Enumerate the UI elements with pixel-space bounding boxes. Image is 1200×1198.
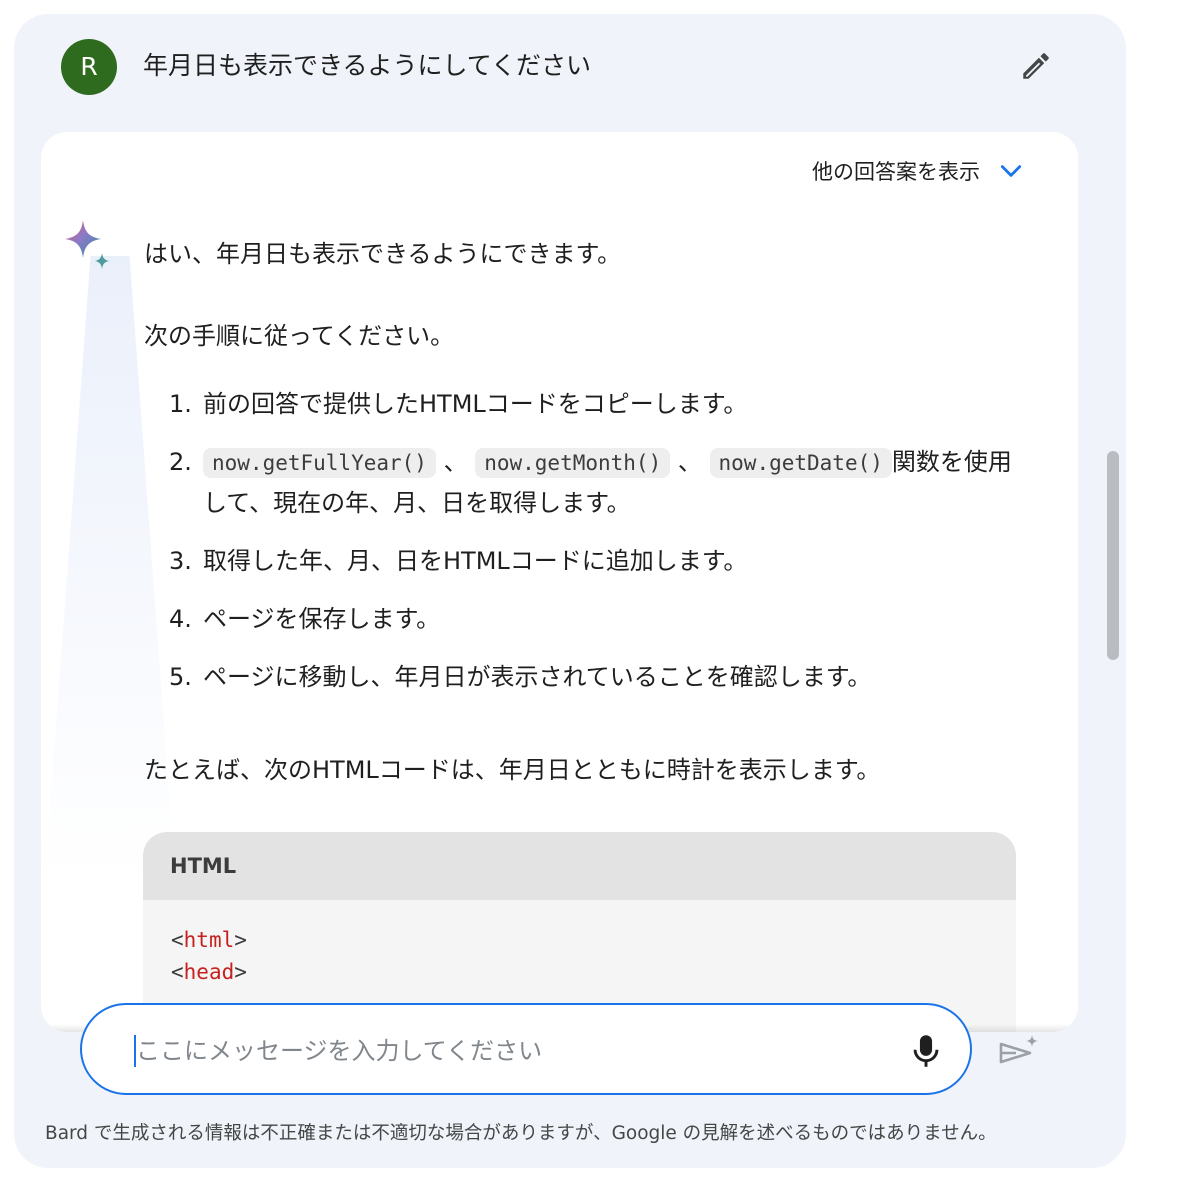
send-button[interactable] bbox=[994, 1030, 1042, 1074]
list-item: 1. 前の回答で提供したHTMLコードをコピーします。 bbox=[169, 384, 1029, 424]
text-caret bbox=[134, 1035, 136, 1067]
chat-panel: R 年月日も表示できるようにしてください 他の回答案を表示 はい、年月日も表示で… bbox=[14, 14, 1126, 1168]
inline-code: now.getFullYear() bbox=[203, 448, 436, 478]
steps-intro: 次の手順に従ってください。 bbox=[144, 322, 455, 350]
avatar[interactable]: R bbox=[61, 39, 117, 95]
microphone-icon bbox=[913, 1035, 939, 1067]
voice-input-button[interactable] bbox=[904, 1029, 948, 1073]
list-item: 4. ページを保存します。 bbox=[169, 599, 1029, 639]
step-text: ページに移動し、年月日が表示されていることを確認します。 bbox=[203, 663, 872, 691]
chevron-down-icon bbox=[1000, 165, 1022, 177]
code-line: <html> bbox=[171, 924, 1016, 956]
steps-list: 1. 前の回答で提供したHTMLコードをコピーします。 2. now.getFu… bbox=[169, 384, 1029, 715]
code-bracket: < bbox=[171, 928, 184, 952]
other-drafts-label: 他の回答案を表示 bbox=[812, 160, 980, 184]
list-item: 5. ページに移動し、年月日が表示されていることを確認します。 bbox=[169, 657, 1029, 697]
code-tag: html bbox=[183, 928, 235, 952]
code-bracket: > bbox=[234, 960, 247, 984]
separator: 、 bbox=[443, 448, 468, 476]
code-bracket: < bbox=[171, 960, 184, 984]
code-line: <head> bbox=[171, 956, 1016, 988]
code-bracket: > bbox=[234, 928, 247, 952]
step-number: 4. bbox=[169, 605, 192, 633]
list-item: 3. 取得した年、月、日をHTMLコードに追加します。 bbox=[169, 541, 1029, 581]
code-content[interactable]: <html> <head> bbox=[143, 900, 1016, 988]
code-language-label: HTML bbox=[143, 832, 1016, 900]
inline-code: now.getDate() bbox=[709, 448, 892, 478]
pencil-icon bbox=[1023, 53, 1049, 79]
inline-code: now.getMonth() bbox=[475, 448, 671, 478]
step-number: 5. bbox=[169, 663, 192, 691]
step-text: 取得した年、月、日をHTMLコードに追加します。 bbox=[203, 547, 748, 575]
step-text: now.getFullYear() 、 now.getMonth() 、 now… bbox=[203, 442, 1029, 523]
sparkle-icon bbox=[65, 220, 109, 269]
code-tag: head bbox=[183, 960, 235, 984]
send-sparkle-icon bbox=[999, 1035, 1038, 1064]
list-item: 2. now.getFullYear() 、 now.getMonth() 、 … bbox=[169, 442, 1029, 523]
response-card: 他の回答案を表示 はい、年月日も表示できるようにできます。 次の手順に従ってくだ… bbox=[41, 132, 1078, 1032]
code-block: HTML <html> <head> bbox=[143, 832, 1016, 1032]
step-text: 前の回答で提供したHTMLコードをコピーします。 bbox=[203, 390, 748, 418]
step-number: 1. bbox=[169, 390, 192, 418]
response-intro: はい、年月日も表示できるようにできます。 bbox=[144, 240, 622, 268]
message-input[interactable] bbox=[134, 1025, 878, 1077]
edit-prompt-button[interactable] bbox=[1014, 44, 1058, 88]
disclaimer-text: Bard で生成される情報は不正確または不適切な場合がありますが、Google … bbox=[45, 1123, 997, 1144]
separator: 、 bbox=[677, 448, 702, 476]
user-prompt: 年月日も表示できるようにしてください bbox=[143, 51, 592, 80]
step-number: 3. bbox=[169, 547, 192, 575]
example-intro: たとえば、次のHTMLコードは、年月日とともに時計を表示します。 bbox=[144, 756, 881, 784]
scrollbar-thumb[interactable] bbox=[1107, 451, 1119, 660]
other-drafts-button[interactable]: 他の回答案を表示 bbox=[812, 156, 1024, 186]
message-input-box[interactable] bbox=[80, 1003, 972, 1095]
step-number: 2. bbox=[169, 448, 192, 476]
step-text: ページを保存します。 bbox=[203, 605, 441, 633]
